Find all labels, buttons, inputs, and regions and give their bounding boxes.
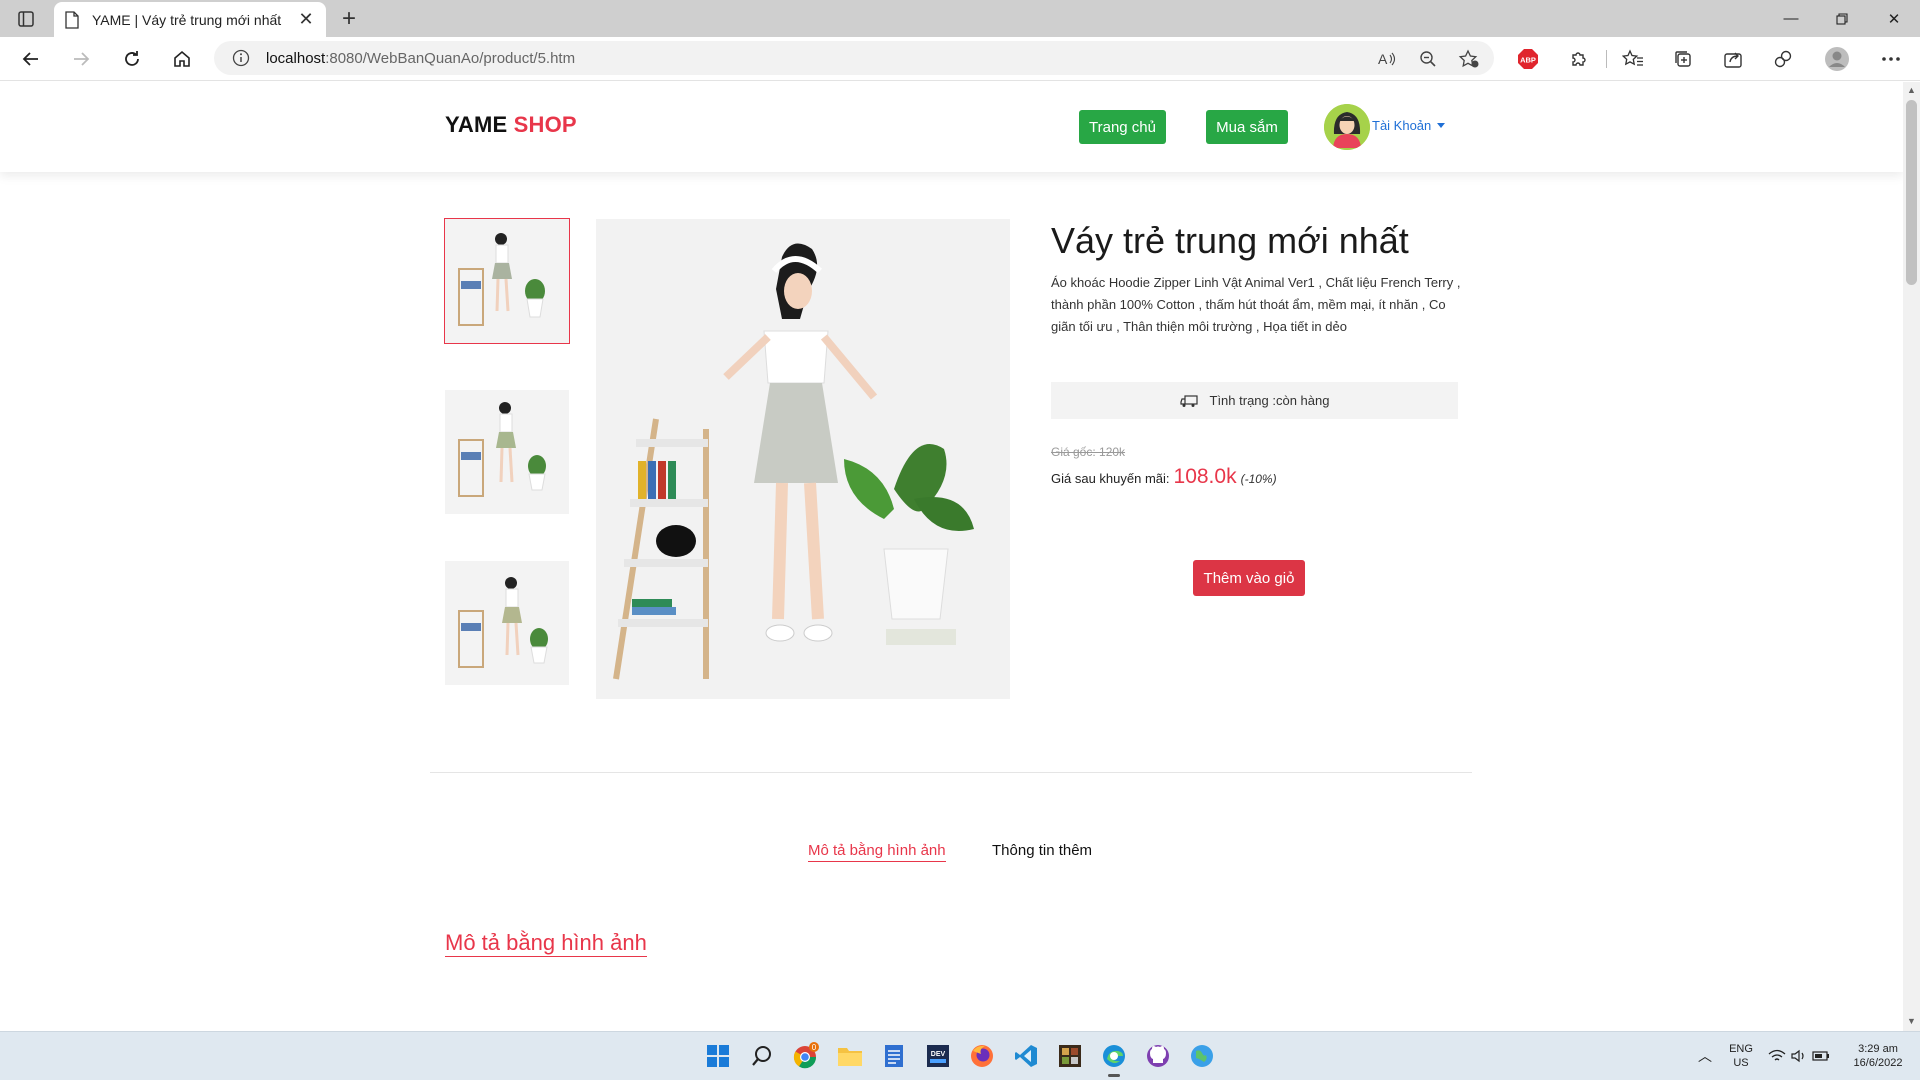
stock-status: Tình trạng :còn hàng [1051, 382, 1458, 419]
stock-status-text: Tình trạng :còn hàng [1209, 393, 1330, 408]
home-icon[interactable] [165, 43, 199, 75]
volume-icon[interactable] [1788, 1041, 1810, 1071]
sale-price-line: Giá sau khuyến mãi: 108.0k (-10%) [1051, 465, 1277, 489]
adblock-icon[interactable]: ABP [1513, 44, 1543, 74]
account-dropdown[interactable]: Tài Khoản [1372, 118, 1446, 133]
windows-taskbar: 0 DEV ︿ ENG US 3:29 am 16/6/2022 [0, 1031, 1920, 1080]
forward-icon[interactable] [64, 43, 98, 75]
product-main-image[interactable] [596, 219, 1010, 699]
file-explorer-icon[interactable] [835, 1041, 865, 1071]
browser-tab-bar: YAME | Váy trẻ trung mới nhất ✕ + — ✕ [0, 0, 1920, 37]
browser-tab-active[interactable]: YAME | Váy trẻ trung mới nhất ✕ [54, 2, 326, 37]
site-info-icon[interactable] [232, 49, 250, 67]
page-viewport: YAME SHOP Trang chủ Mua sắm Tài Khoản Vá… [0, 82, 1903, 1031]
home-nav-button[interactable]: Trang chủ [1079, 110, 1166, 144]
page-scrollbar[interactable]: ▲ ▼ [1903, 82, 1920, 1031]
add-favorite-icon[interactable] [1455, 45, 1483, 73]
search-icon[interactable] [747, 1041, 777, 1071]
site-header: YAME SHOP Trang chủ Mua sắm Tài Khoản [0, 82, 1903, 172]
original-price: Giá gốc: 120k [1051, 445, 1126, 459]
user-avatar[interactable] [1324, 104, 1370, 150]
game-app-icon[interactable] [1055, 1041, 1085, 1071]
wifi-icon[interactable] [1766, 1041, 1788, 1071]
performance-icon[interactable] [1768, 44, 1798, 74]
add-to-cart-button[interactable]: Thêm vào giỏ [1193, 560, 1305, 596]
globe-app-icon[interactable] [1187, 1041, 1217, 1071]
windows-start-icon[interactable] [703, 1041, 733, 1071]
show-hidden-icons[interactable]: ︿ [1698, 1049, 1712, 1063]
shop-nav-button[interactable]: Mua sắm [1206, 110, 1288, 144]
url-text: localhost:8080/WebBanQuanAo/product/5.ht… [266, 49, 576, 67]
scroll-down-icon[interactable]: ▼ [1907, 1016, 1916, 1026]
extensions-icon[interactable] [1564, 44, 1594, 74]
github-desktop-icon[interactable] [1143, 1041, 1173, 1071]
sale-price-label: Giá sau khuyến mãi: [1051, 471, 1170, 486]
share-icon[interactable] [1718, 44, 1748, 74]
dev-cpp-icon[interactable]: DEV [923, 1041, 953, 1071]
sale-price: 108.0k [1173, 465, 1237, 488]
firefox-icon[interactable] [967, 1041, 997, 1071]
tab-close-icon[interactable]: ✕ [296, 9, 316, 30]
zoom-out-icon[interactable] [1414, 45, 1442, 73]
minimize-icon[interactable]: — [1765, 0, 1817, 37]
edge-icon[interactable] [1099, 1041, 1129, 1077]
close-window-icon[interactable]: ✕ [1868, 0, 1920, 37]
browser-toolbar: localhost:8080/WebBanQuanAo/product/5.ht… [0, 37, 1920, 81]
product-thumbnail-3[interactable] [445, 561, 569, 685]
back-icon[interactable] [14, 43, 48, 75]
page-icon [65, 10, 79, 29]
section-divider [430, 772, 1472, 773]
image-description-heading: Mô tả bằng hình ảnh [445, 930, 647, 957]
scrollbar-thumb[interactable] [1906, 100, 1917, 285]
truck-icon [1179, 394, 1198, 407]
active-app-indicator [1108, 1074, 1120, 1077]
tab-image-description[interactable]: Mô tả bằng hình ảnh [808, 842, 946, 862]
scroll-up-icon[interactable]: ▲ [1907, 85, 1916, 95]
caret-down-icon [1437, 123, 1446, 128]
address-bar[interactable]: localhost:8080/WebBanQuanAo/product/5.ht… [214, 41, 1494, 75]
product-thumbnail-2[interactable] [445, 390, 569, 514]
site-logo[interactable]: YAME SHOP [445, 112, 577, 138]
clock[interactable]: 3:29 am 16/6/2022 [1848, 1042, 1908, 1070]
product-thumbnail-1[interactable] [444, 218, 570, 344]
more-menu-icon[interactable] [1876, 44, 1906, 74]
new-tab-icon[interactable]: + [336, 5, 362, 33]
product-title: Váy trẻ trung mới nhất [1051, 220, 1409, 261]
tab-title: YAME | Váy trẻ trung mới nhất [92, 11, 282, 28]
svg-text:ABP: ABP [1520, 56, 1536, 65]
vscode-icon[interactable] [1011, 1041, 1041, 1071]
chrome-icon[interactable]: 0 [791, 1041, 821, 1071]
language-indicator[interactable]: ENG US [1728, 1042, 1754, 1070]
notepad-icon[interactable] [879, 1041, 909, 1071]
discount-percent: (-10%) [1240, 472, 1277, 486]
product-description: Áo khoác Hoodie Zipper Linh Vật Animal V… [1051, 275, 1461, 334]
collections-icon[interactable] [1668, 44, 1698, 74]
tab-more-info[interactable]: Thông tin thêm [992, 842, 1092, 859]
battery-icon[interactable] [1810, 1041, 1832, 1071]
svg-text:0: 0 [812, 1043, 817, 1052]
tab-actions-icon[interactable] [14, 8, 38, 30]
restore-icon[interactable] [1816, 0, 1868, 37]
read-aloud-icon[interactable]: A [1373, 45, 1401, 73]
toolbar-separator [1606, 50, 1607, 68]
refresh-icon[interactable] [115, 43, 149, 75]
svg-text:A: A [1378, 51, 1388, 67]
profile-avatar-icon[interactable] [1822, 44, 1852, 74]
svg-text:DEV: DEV [931, 1051, 946, 1058]
favorites-icon[interactable] [1618, 44, 1648, 74]
